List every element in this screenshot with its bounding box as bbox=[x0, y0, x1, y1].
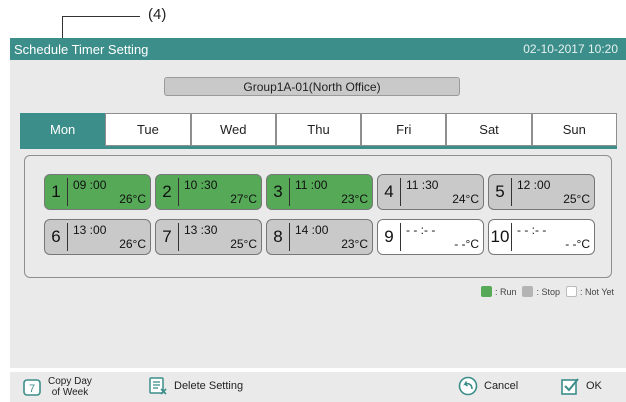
slot-divider bbox=[511, 178, 512, 206]
copy-day-line2: of Week bbox=[51, 387, 89, 398]
tab-wed[interactable]: Wed bbox=[190, 113, 276, 146]
schedule-slot[interactable]: 8 14 :00 23°C bbox=[266, 219, 373, 255]
day-tabs: Mon Tue Wed Thu Fri Sat Sun bbox=[20, 113, 617, 146]
slot-number: 9 bbox=[384, 227, 394, 246]
slot-time: - - :- - bbox=[406, 223, 436, 237]
legend-run-label: : Run bbox=[494, 286, 517, 297]
svg-text:7: 7 bbox=[29, 383, 35, 395]
slot-temp: - -°C bbox=[565, 237, 590, 251]
slot-temp: 25°C bbox=[230, 237, 257, 251]
slot-divider bbox=[289, 178, 290, 206]
calendar-7-icon: 7 bbox=[23, 379, 41, 396]
slot-time: - - :- - bbox=[517, 223, 547, 237]
delete-setting-label: Delete Setting bbox=[174, 380, 244, 392]
schedule-slot[interactable]: 2 10 :30 27°C bbox=[155, 174, 262, 210]
legend-stop-swatch bbox=[522, 286, 534, 297]
legend-notyet-label: : Not Yet bbox=[579, 286, 614, 297]
copy-day-button[interactable]: 7 Copy Day of Week bbox=[22, 376, 92, 398]
legend-stop: : Stop bbox=[522, 286, 560, 297]
legend-stop-label: : Stop bbox=[536, 286, 560, 297]
schedule-slot[interactable]: 4 11 :30 24°C bbox=[377, 174, 484, 210]
slot-divider bbox=[67, 223, 68, 251]
slot-temp: 26°C bbox=[119, 237, 146, 251]
delete-list-icon bbox=[149, 377, 167, 395]
slot-number: 1 bbox=[51, 182, 61, 201]
slot-number: 7 bbox=[162, 227, 172, 246]
tab-tue[interactable]: Tue bbox=[105, 113, 191, 146]
callout-label: (4) bbox=[148, 6, 167, 23]
cancel-label: Cancel bbox=[484, 380, 519, 392]
slot-temp: 23°C bbox=[341, 192, 368, 206]
slot-temp: 26°C bbox=[119, 192, 146, 206]
delete-setting-button[interactable]: Delete Setting bbox=[148, 376, 243, 396]
slot-time: 13 :30 bbox=[184, 223, 218, 237]
slot-time: 11 :30 bbox=[406, 178, 439, 192]
slot-number: 3 bbox=[273, 182, 283, 201]
slot-divider bbox=[178, 178, 179, 206]
slot-number: 10 bbox=[490, 227, 510, 246]
tab-fri[interactable]: Fri bbox=[361, 113, 447, 146]
copy-day-label: Copy Day of Week bbox=[48, 376, 92, 398]
cancel-button[interactable]: Cancel bbox=[458, 376, 518, 396]
slot-number: 2 bbox=[162, 182, 172, 201]
screen-title: Schedule Timer Setting bbox=[14, 41, 149, 57]
callout-leader-horizontal bbox=[62, 16, 140, 17]
slot-number: 5 bbox=[495, 182, 505, 201]
slot-time: 09 :00 bbox=[73, 178, 107, 192]
legend-notyet: : Not Yet bbox=[565, 286, 614, 297]
schedule-slot[interactable]: 1 09 :00 26°C bbox=[44, 174, 151, 210]
ok-button[interactable]: OK bbox=[560, 376, 602, 396]
tab-sat[interactable]: Sat bbox=[446, 113, 532, 146]
legend-run-swatch bbox=[480, 286, 492, 297]
slot-temp: - -°C bbox=[454, 237, 479, 251]
slot-divider bbox=[289, 223, 290, 251]
status-legend: : Run : Stop : Not Yet bbox=[480, 286, 614, 297]
slot-number: 8 bbox=[273, 227, 283, 246]
copy-day-line1: Copy Day bbox=[48, 376, 92, 387]
slot-divider bbox=[511, 223, 512, 251]
slot-temp: 25°C bbox=[563, 192, 590, 206]
group-selector[interactable]: Group1A-01(North Office) bbox=[164, 77, 460, 96]
slot-temp: 23°C bbox=[341, 237, 368, 251]
slot-time: 13 :00 bbox=[73, 223, 107, 237]
slot-number: 4 bbox=[384, 182, 394, 201]
schedule-slot[interactable]: 6 13 :00 26°C bbox=[44, 219, 151, 255]
title-bar: Schedule Timer Setting 02-10-2017 10:20 bbox=[10, 38, 626, 60]
schedule-slot[interactable]: 3 11 :00 23°C bbox=[266, 174, 373, 210]
date-time: 02-10-2017 10:20 bbox=[523, 42, 618, 56]
bottom-bar bbox=[10, 372, 626, 402]
schedule-slot[interactable]: 10 - - :- - - -°C bbox=[488, 219, 595, 255]
slot-time: 11 :00 bbox=[295, 178, 328, 192]
slot-divider bbox=[400, 223, 401, 251]
slot-time: 14 :00 bbox=[295, 223, 329, 237]
tab-sun[interactable]: Sun bbox=[531, 113, 617, 146]
legend-notyet-swatch bbox=[565, 286, 577, 297]
tab-thu[interactable]: Thu bbox=[275, 113, 362, 146]
tab-mon[interactable]: Mon bbox=[20, 113, 106, 146]
schedule-slot[interactable]: 5 12 :00 25°C bbox=[488, 174, 595, 210]
slot-time: 12 :00 bbox=[517, 178, 551, 192]
legend-run: : Run bbox=[480, 286, 517, 297]
ok-label: OK bbox=[586, 380, 602, 392]
slot-divider bbox=[400, 178, 401, 206]
slot-number: 6 bbox=[51, 227, 61, 246]
back-arrow-icon bbox=[458, 376, 478, 396]
checkbox-check-icon bbox=[561, 378, 579, 395]
schedule-slot[interactable]: 9 - - :- - - -°C bbox=[377, 219, 484, 255]
schedule-slot[interactable]: 7 13 :30 25°C bbox=[155, 219, 262, 255]
slot-time: 10 :30 bbox=[184, 178, 218, 192]
slot-temp: 24°C bbox=[452, 192, 479, 206]
slot-divider bbox=[178, 223, 179, 251]
slot-divider bbox=[67, 178, 68, 206]
slot-temp: 27°C bbox=[230, 192, 257, 206]
tab-underline bbox=[20, 146, 617, 149]
